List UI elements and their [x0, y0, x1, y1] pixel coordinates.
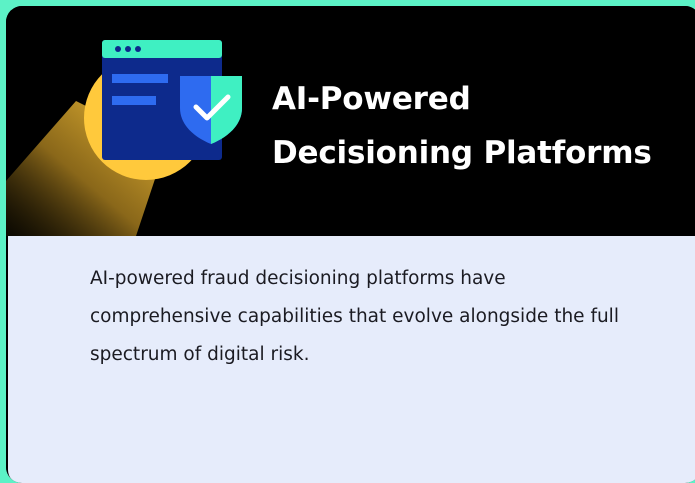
- card-body: AI-powered fraud decisioning platforms h…: [6, 236, 695, 483]
- browser-shield-check-icon: [6, 40, 242, 236]
- card-description: AI-powered fraud decisioning platforms h…: [90, 268, 619, 365]
- content-line: [112, 96, 156, 105]
- feature-card: AI-Powered Decisioning Platforms AI-powe…: [6, 6, 695, 483]
- content-line: [112, 74, 168, 83]
- card-header: AI-Powered Decisioning Platforms: [6, 6, 695, 236]
- card-title: AI-Powered Decisioning Platforms: [272, 81, 652, 171]
